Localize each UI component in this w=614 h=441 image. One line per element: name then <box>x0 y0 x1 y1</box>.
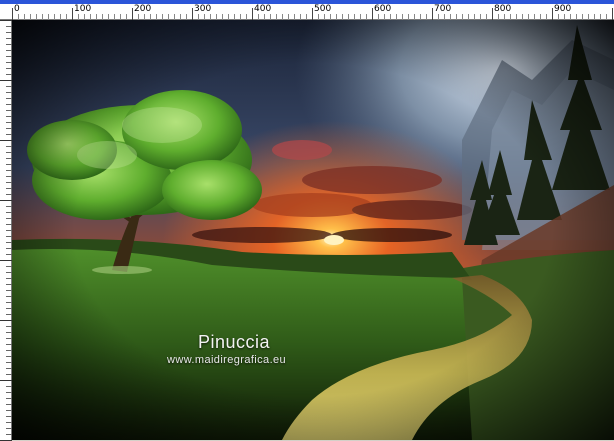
ruler-tick <box>12 8 13 20</box>
ruler-accent-bar <box>0 0 614 4</box>
ruler-tick <box>72 8 73 20</box>
ruler-label-700: 700 <box>434 4 452 14</box>
ruler-tick <box>432 8 433 20</box>
ruler-label-800: 800 <box>494 4 512 14</box>
ruler-tick <box>612 8 613 20</box>
artwork-url: www.maidiregrafica.eu <box>167 354 287 366</box>
image-canvas[interactable]: Pinuccia www.maidiregrafica.eu <box>12 20 614 440</box>
ruler-tick <box>0 80 12 81</box>
ruler-tick <box>372 8 373 20</box>
ruler-label-600: 600 <box>374 4 392 14</box>
ruler-tick <box>0 200 12 201</box>
ruler-tick <box>0 380 12 381</box>
vertical-ruler[interactable] <box>0 20 12 441</box>
ruler-label-0: 0 <box>14 4 20 14</box>
ruler-tick <box>192 8 193 20</box>
ruler-label-500: 500 <box>314 4 332 14</box>
ruler-label-300: 300 <box>194 4 212 14</box>
ruler-tick <box>0 260 12 261</box>
ruler-label-100: 100 <box>74 4 92 14</box>
ruler-tick <box>0 140 12 141</box>
ruler-tick <box>552 8 553 20</box>
ruler-tick <box>312 8 313 20</box>
ruler-tick <box>252 8 253 20</box>
ruler-label-200: 200 <box>134 4 152 14</box>
ruler-label-900: 900 <box>554 4 572 14</box>
landscape-artwork <box>12 20 614 440</box>
ruler-tick <box>492 8 493 20</box>
ruler-tick <box>0 20 12 21</box>
horizontal-ruler[interactable]: 0 100 200 300 400 500 600 700 800 900 <box>0 0 614 20</box>
ruler-label-400: 400 <box>254 4 272 14</box>
ruler-tick <box>0 320 12 321</box>
ruler-tick <box>132 8 133 20</box>
artwork-title: Pinuccia <box>198 332 271 352</box>
